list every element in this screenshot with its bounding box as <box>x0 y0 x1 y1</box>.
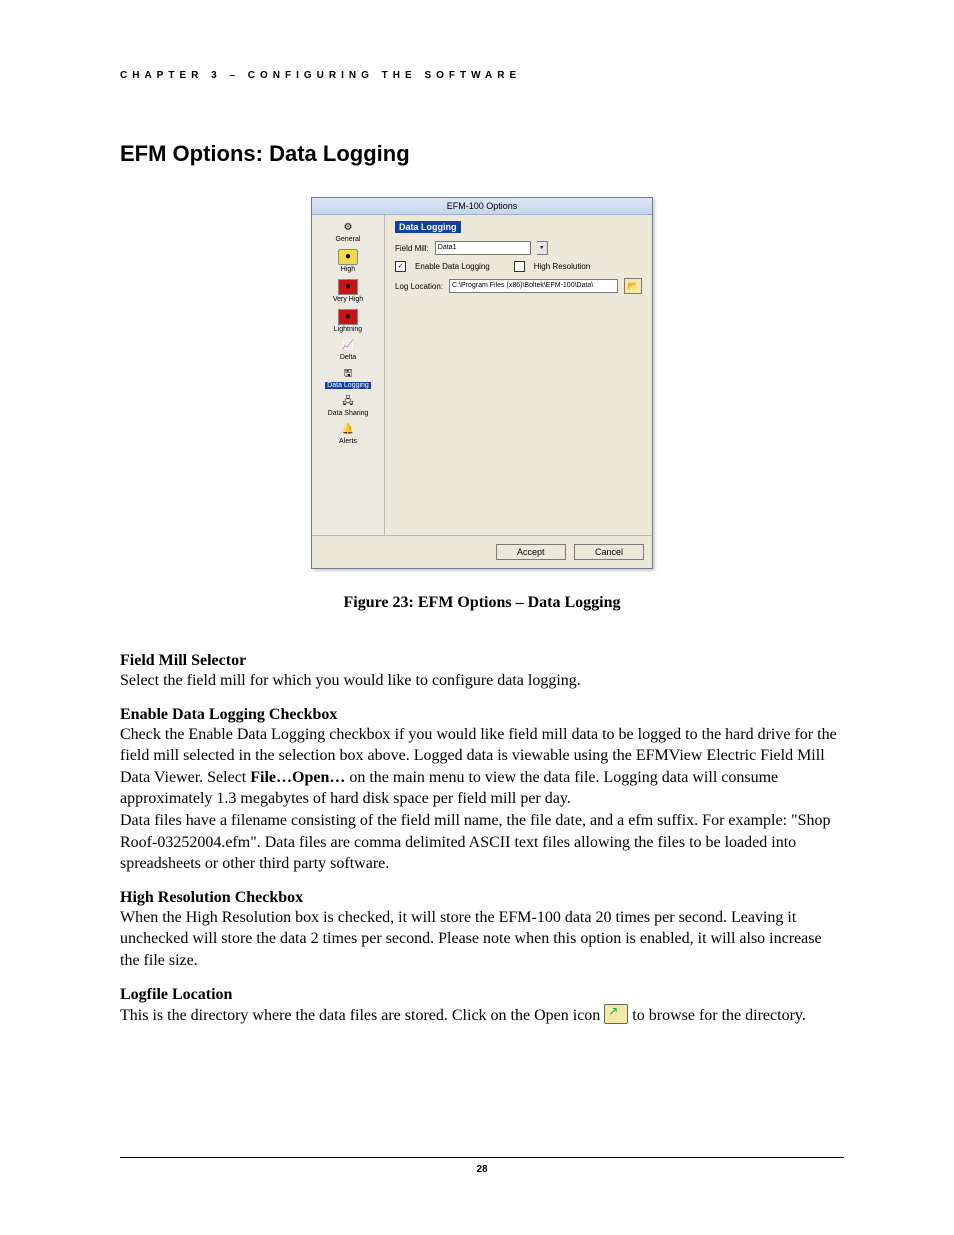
field-mill-select[interactable]: Data1 <box>435 241 531 255</box>
figure-caption: Figure 23: EFM Options – Data Logging <box>120 594 844 612</box>
section-title: EFM Options: Data Logging <box>120 141 844 167</box>
paragraph: When the High Resolution box is checked,… <box>120 907 844 972</box>
data-sharing-icon: 🖧 <box>339 395 357 409</box>
sidebar-item-label: High <box>341 266 355 273</box>
high-resolution-label: High Resolution <box>534 262 590 271</box>
enable-logging-label: Enable Data Logging <box>415 262 490 271</box>
high-icon: ● <box>338 249 358 265</box>
options-panel: Data Logging Field Mill: Data1 ▾ ✓ Enable… <box>385 215 652 535</box>
sidebar-item-alerts[interactable]: 🔔 Alerts <box>312 421 384 449</box>
folder-open-icon: 📂 <box>627 281 638 292</box>
log-location-label: Log Location: <box>395 282 443 291</box>
options-sidebar: ⚙ General ● High ● Very High ● Lightning <box>312 215 385 535</box>
sidebar-item-label: General <box>336 236 361 243</box>
dialog-titlebar: EFM-100 Options <box>312 198 652 215</box>
sidebar-item-label: Very High <box>333 296 363 303</box>
sidebar-item-label: Lightning <box>334 326 362 333</box>
sidebar-item-lightning[interactable]: ● Lightning <box>312 307 384 337</box>
accept-button[interactable]: Accept <box>496 544 566 560</box>
sidebar-item-general[interactable]: ⚙ General <box>312 219 384 247</box>
heading-logfile-location: Logfile Location <box>120 986 844 1004</box>
browse-folder-button[interactable]: 📂 <box>624 278 642 294</box>
options-dialog: EFM-100 Options ⚙ General ● High ● Very … <box>311 197 653 569</box>
log-location-input[interactable]: C:\Program Files (x86)\Boltek\EFM-100\Da… <box>449 279 618 293</box>
paragraph: Check the Enable Data Logging checkbox i… <box>120 724 844 810</box>
paragraph: Data files have a filename consisting of… <box>120 810 844 875</box>
heading-field-mill-selector: Field Mill Selector <box>120 652 844 670</box>
paragraph: This is the directory where the data fil… <box>120 1004 844 1027</box>
alerts-icon: 🔔 <box>339 423 357 437</box>
sidebar-item-very-high[interactable]: ● Very High <box>312 277 384 307</box>
very-high-icon: ● <box>338 279 358 295</box>
lightning-icon: ● <box>338 309 358 325</box>
field-mill-label: Field Mill: <box>395 244 429 253</box>
sidebar-item-high[interactable]: ● High <box>312 247 384 277</box>
data-logging-icon: 🖫 <box>339 367 357 381</box>
text: to browse for the directory. <box>632 1007 806 1024</box>
sidebar-item-data-sharing[interactable]: 🖧 Data Sharing <box>312 393 384 421</box>
heading-high-resolution: High Resolution Checkbox <box>120 889 844 907</box>
sidebar-item-label: Data Sharing <box>328 410 369 417</box>
dropdown-icon[interactable]: ▾ <box>537 241 548 255</box>
text: This is the directory where the data fil… <box>120 1007 604 1024</box>
paragraph: Select the field mill for which you woul… <box>120 670 844 692</box>
delta-icon: 📈 <box>339 339 357 353</box>
panel-title: Data Logging <box>395 221 461 233</box>
chapter-header: CHAPTER 3 – CONFIGURING THE SOFTWARE <box>120 70 844 81</box>
bold-text: File…Open… <box>250 769 345 786</box>
enable-logging-checkbox[interactable]: ✓ <box>395 261 406 272</box>
high-resolution-checkbox[interactable] <box>514 261 525 272</box>
heading-enable-data-logging: Enable Data Logging Checkbox <box>120 706 844 724</box>
cancel-button[interactable]: Cancel <box>574 544 644 560</box>
sidebar-item-delta[interactable]: 📈 Delta <box>312 337 384 365</box>
page-number: 28 <box>476 1164 487 1175</box>
dialog-footer: Accept Cancel <box>312 535 652 568</box>
sidebar-item-label: Data Logging <box>325 382 371 389</box>
screenshot-container: EFM-100 Options ⚙ General ● High ● Very … <box>120 197 844 569</box>
sidebar-item-label: Alerts <box>339 438 357 445</box>
folder-open-icon <box>604 1004 628 1024</box>
sidebar-item-label: Delta <box>340 354 356 361</box>
sidebar-item-data-logging[interactable]: 🖫 Data Logging <box>312 365 384 393</box>
general-icon: ⚙ <box>339 221 357 235</box>
page-footer: 28 <box>120 1157 844 1175</box>
